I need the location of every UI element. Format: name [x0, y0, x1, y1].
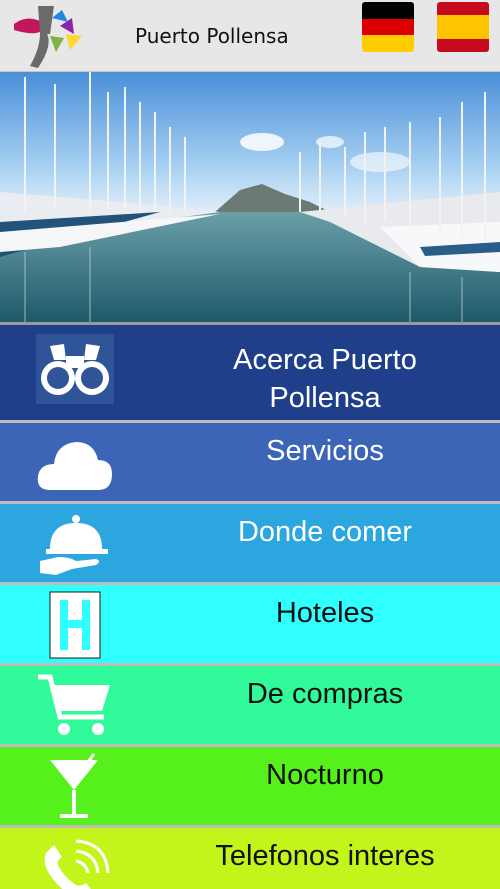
- hotel-h-icon: [49, 591, 101, 659]
- menu-label-de-compras: De compras: [246, 678, 404, 710]
- menu-label-hoteles: Hoteles: [275, 597, 375, 629]
- menu-item-nocturno[interactable]: Nocturno: [0, 744, 500, 825]
- food-tray-icon: [40, 515, 108, 575]
- menu-item-de-compras[interactable]: De compras: [0, 663, 500, 744]
- menu-label-nocturno: Nocturno: [266, 759, 384, 791]
- menu-label-servicios: Servicios: [266, 435, 384, 467]
- phone-icon: [44, 839, 110, 889]
- cloud-icon: [37, 442, 112, 490]
- menu-item-acerca[interactable]: Acerca Puerto Pollensa: [0, 322, 500, 420]
- german-language-button[interactable]: [362, 2, 414, 52]
- spanish-language-button[interactable]: [437, 2, 489, 52]
- marina-photo: [0, 72, 500, 322]
- main-menu: Acerca Puerto Pollensa Servicios Donde c…: [0, 322, 500, 889]
- menu-item-hoteles[interactable]: Hoteles: [0, 582, 500, 663]
- menu-item-donde-comer[interactable]: Donde comer: [0, 501, 500, 582]
- app-logo-icon: [14, 6, 82, 68]
- menu-item-servicios[interactable]: Servicios: [0, 420, 500, 501]
- spanish-flag-icon: [437, 2, 489, 52]
- binoculars-icon: [36, 334, 114, 404]
- menu-label-acerca-line2: Pollensa: [269, 382, 381, 414]
- menu-item-telefonos[interactable]: Telefonos interes: [0, 825, 500, 889]
- app-header: Puerto Pollensa: [0, 0, 500, 72]
- menu-label-donde-comer: Donde comer: [237, 516, 413, 548]
- shopping-cart-icon: [38, 674, 110, 735]
- menu-label-acerca-line1: Acerca Puerto: [233, 344, 417, 376]
- app-title: Puerto Pollensa: [135, 24, 289, 48]
- menu-label-telefonos: Telefonos interes: [215, 840, 435, 872]
- german-flag-icon: [362, 2, 414, 52]
- cocktail-icon: [50, 753, 98, 818]
